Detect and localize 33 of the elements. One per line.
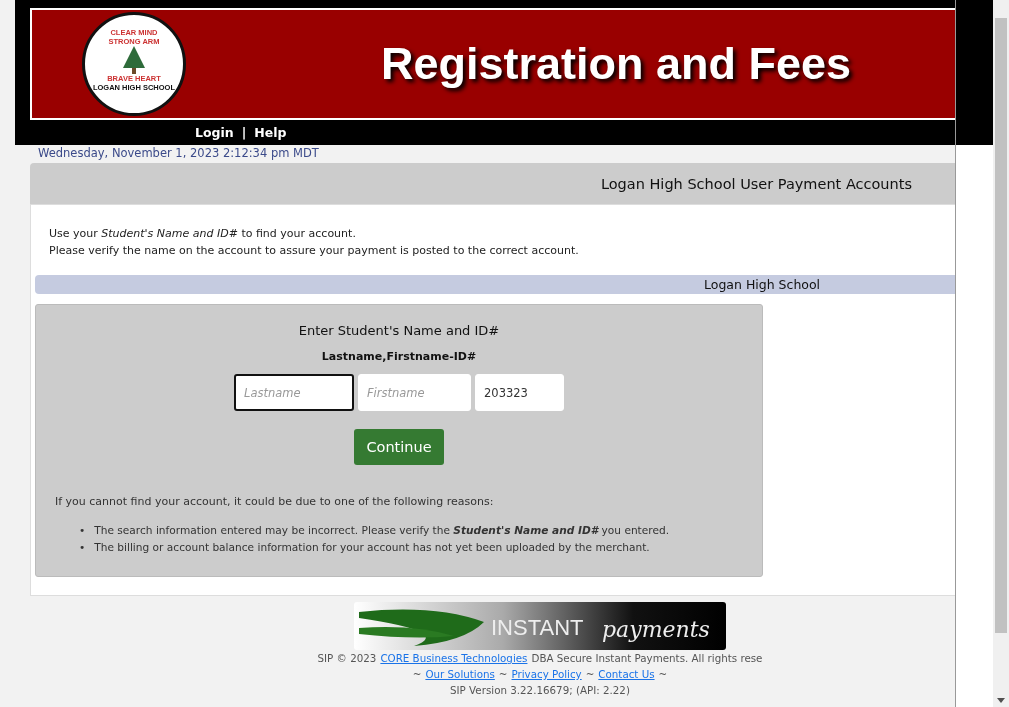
tilde: ~: [498, 667, 508, 682]
instant-payments-logo: INSTANT payments: [354, 602, 726, 650]
tree-icon: [123, 46, 145, 74]
scrollbar[interactable]: [993, 0, 1009, 707]
nav-link[interactable]: Help: [254, 125, 287, 140]
school-bar: Logan High School: [35, 275, 955, 294]
version-text: SIP Version 3.22.16679; (API: 2.22): [450, 683, 630, 698]
intro-text: Please verify the name on the account to assure your payment is posted to the correct account.: [49, 243, 580, 259]
input-field[interactable]: Lastname: [234, 374, 354, 411]
tilde: ~: [658, 667, 668, 682]
company-link[interactable]: CORE Business Technologies: [380, 650, 528, 666]
form-heading: Enter Student's Name and ID#: [298, 323, 500, 338]
date-time: Wednesday, November 1, 2023 2:12:34 pm MDT: [37, 145, 320, 162]
reason-item: The search information entered may be incorrect. Please verify the Student's Name and ID# you entered.: [94, 523, 670, 538]
bullet: •: [79, 540, 86, 555]
continue-button[interactable]: Continue: [354, 429, 444, 465]
intro-text: Use your Student's Name and ID# to find your account.: [49, 226, 357, 242]
nav-link[interactable]: Login: [195, 125, 234, 140]
format-hint: Lastname,Firstname-ID#: [321, 350, 477, 363]
section-header: Logan High School User Payment Accounts: [30, 163, 955, 204]
input-field[interactable]: 203323: [475, 374, 564, 411]
copyright-text: SIP © 2023: [317, 651, 377, 666]
footer-link[interactable]: Our Solutions: [425, 666, 495, 682]
tilde: ~: [412, 667, 422, 682]
footer-link[interactable]: Privacy Policy: [511, 666, 582, 682]
copyright-text: DBA Secure Instant Payments. All rights rese: [531, 651, 763, 666]
page-title: Registration and Fees: [381, 38, 852, 90]
help-text: If you cannot find your account, it could be due to one of the following reasons:: [55, 495, 494, 508]
reason-item: The billing or account balance information for your account has not yet been uploaded by the merchant.: [94, 540, 650, 555]
nav-separator: |: [241, 125, 247, 140]
bullet: •: [79, 523, 86, 538]
footer-link[interactable]: Contact Us: [598, 666, 655, 682]
tilde: ~: [585, 667, 595, 682]
